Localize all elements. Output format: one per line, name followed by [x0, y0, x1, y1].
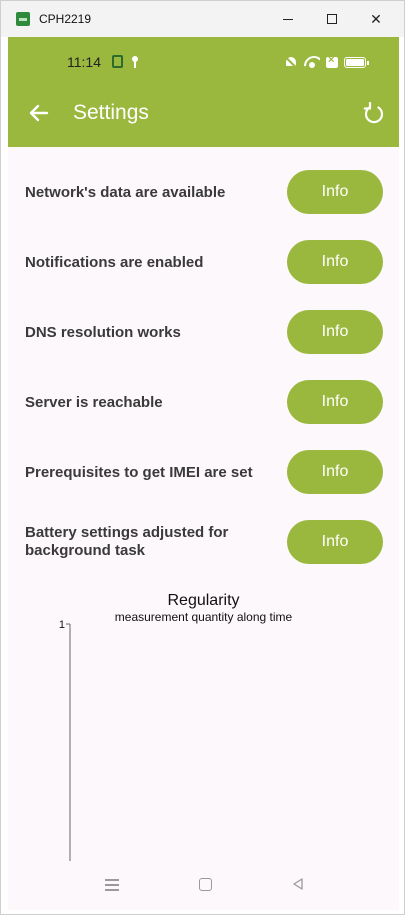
arrow-left-icon — [29, 104, 49, 122]
back-button[interactable] — [26, 100, 52, 126]
regularity-chart: 1 — [59, 619, 71, 862]
home-button[interactable] — [199, 878, 212, 891]
check-label: Network's data are available — [25, 184, 226, 201]
check-label: DNS resolution works — [25, 324, 181, 341]
info-button[interactable]: Info — [287, 450, 383, 494]
menu-line-icon — [105, 879, 119, 881]
app-bar: 11:14 Settings — [8, 37, 399, 147]
maximize-button[interactable] — [317, 7, 347, 31]
check-label: Server is reachable — [25, 394, 163, 411]
status-time: 11:14 — [67, 54, 101, 70]
keyhole-icon — [131, 56, 139, 68]
check-row-imei: Prerequisites to get IMEI are set Info — [8, 448, 399, 498]
battery-icon — [344, 56, 369, 68]
android-nav-bar — [8, 861, 399, 910]
nav-back-button[interactable] — [291, 877, 305, 891]
y-tick-label: 1 — [59, 619, 65, 631]
info-button[interactable]: Info — [287, 310, 383, 354]
window-title: CPH2219 — [39, 12, 92, 26]
wifi-icon — [304, 56, 320, 68]
no-sim-icon — [326, 54, 338, 68]
check-row-network: Network's data are available Info — [8, 168, 399, 218]
android-app-icon — [16, 12, 30, 26]
mute-bell-icon — [284, 55, 298, 69]
close-button[interactable]: ✕ — [361, 7, 391, 31]
check-row-server: Server is reachable Info — [8, 378, 399, 428]
triangle-back-icon — [293, 878, 303, 890]
refresh-icon — [363, 101, 384, 124]
menu-line-icon — [105, 889, 119, 891]
maximize-icon — [327, 14, 337, 24]
check-row-notifications: Notifications are enabled Info — [8, 238, 399, 288]
system-status-icons — [284, 54, 369, 70]
recents-button[interactable] — [105, 879, 119, 891]
info-button[interactable]: Info — [287, 380, 383, 424]
check-label: Notifications are enabled — [25, 254, 204, 271]
refresh-button[interactable] — [361, 100, 387, 126]
check-row-battery: Battery settings adjusted for background… — [8, 518, 399, 568]
minimize-icon — [283, 18, 293, 20]
check-row-dns: DNS resolution works Info — [8, 308, 399, 358]
check-label: Prerequisites to get IMEI are set — [25, 464, 253, 481]
minimize-button[interactable] — [273, 7, 303, 31]
info-button[interactable]: Info — [287, 170, 383, 214]
menu-line-icon — [105, 884, 119, 886]
info-button[interactable]: Info — [287, 240, 383, 284]
info-button[interactable]: Info — [287, 520, 383, 564]
chart-title: Regularity — [167, 592, 240, 609]
phone-screen: 11:14 Settings — [8, 37, 399, 910]
window-titlebar: CPH2219 ✕ — [1, 1, 404, 37]
emulator-window: CPH2219 ✕ 11:14 Settings — [0, 0, 405, 915]
app-notification-icon — [112, 55, 123, 68]
check-label: Battery settings adjusted for background… — [25, 524, 229, 559]
page-title: Settings — [73, 101, 149, 124]
